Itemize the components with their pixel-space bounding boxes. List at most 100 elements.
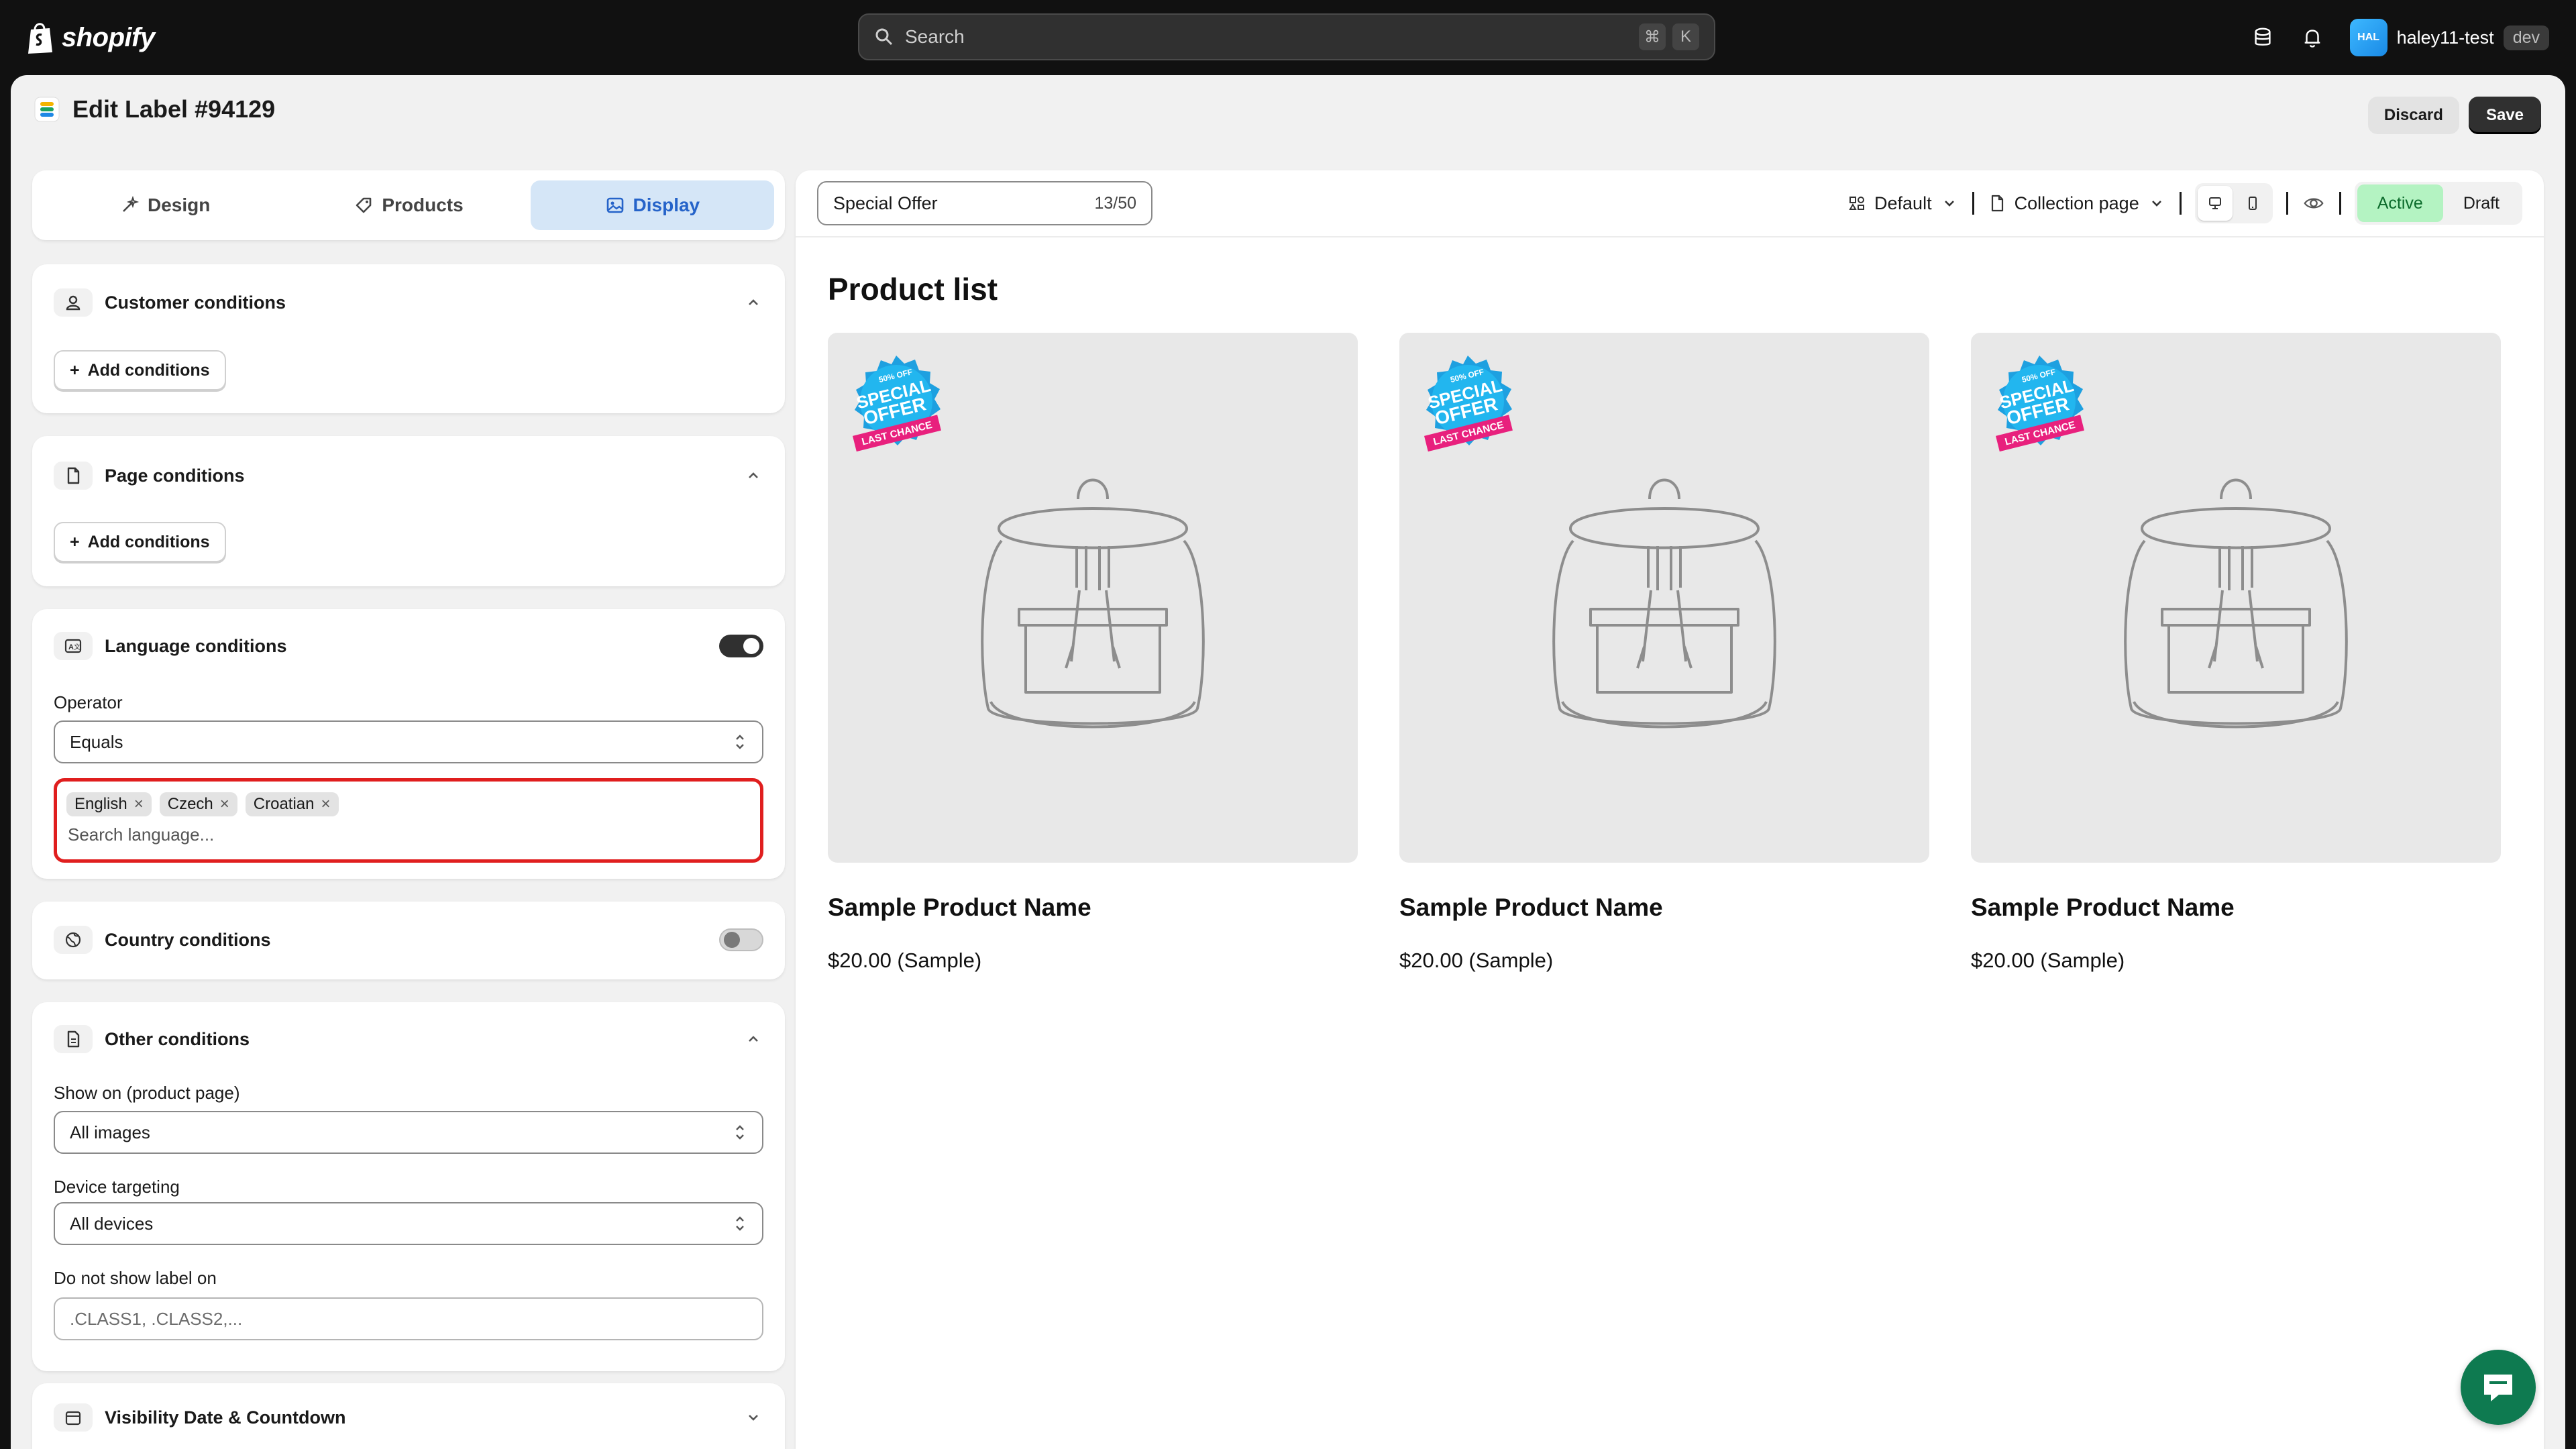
page-conditions-card: Page conditions + Add conditions	[32, 436, 785, 586]
preview-toolbar: Special Offer 13/50 Default Collection p…	[796, 170, 2544, 237]
desktop-icon	[2208, 197, 2221, 209]
globe-icon	[54, 926, 93, 954]
device-targeting-select[interactable]: All devices	[54, 1202, 763, 1245]
device-switcher	[2194, 183, 2273, 223]
add-customer-conditions-button[interactable]: + Add conditions	[54, 350, 226, 390]
product-name[interactable]: Sample Product Name	[1399, 894, 1929, 922]
shortcut-k: K	[1672, 23, 1699, 50]
product-price: $20.00 (Sample)	[1971, 949, 2125, 972]
language-tag-label: Czech	[167, 795, 213, 813]
page-type-dropdown[interactable]: Collection page	[1988, 193, 2166, 214]
desktop-view-button[interactable]	[2197, 186, 2233, 221]
chat-button[interactable]	[2461, 1350, 2536, 1425]
template-icon	[1849, 197, 1865, 210]
shopify-bag-icon	[28, 23, 52, 54]
operator-label: Operator	[54, 692, 123, 712]
country-conditions-card: Country conditions	[32, 902, 785, 979]
bell-icon[interactable]	[2300, 25, 2324, 50]
product-name[interactable]: Sample Product Name	[828, 894, 1358, 922]
add-conditions-label: Add conditions	[87, 532, 210, 551]
visibility-card: Visibility Date & Countdown	[32, 1383, 785, 1449]
language-selector[interactable]: English × Czech × Croatian × Search languag…	[54, 778, 763, 863]
status-switcher: Active Draft	[2354, 182, 2522, 225]
database-icon[interactable]	[2251, 25, 2275, 50]
search-placeholder: Search	[905, 26, 965, 47]
page-conditions-title: Page conditions	[105, 465, 245, 486]
shopify-logo[interactable]: shopify	[25, 19, 155, 56]
save-button[interactable]: Save	[2468, 97, 2541, 134]
user-menu[interactable]: HAL haley11-test dev	[2349, 19, 2549, 56]
app-icon	[34, 97, 60, 122]
operator-value: Equals	[70, 731, 123, 752]
global-search[interactable]: Search ⌘ K	[858, 13, 1715, 60]
visibility-title: Visibility Date & Countdown	[105, 1407, 346, 1428]
document-icon	[54, 1025, 93, 1053]
status-active-button[interactable]: Active	[2357, 184, 2443, 222]
brand-name: shopify	[62, 22, 155, 52]
add-page-conditions-button[interactable]: + Add conditions	[54, 522, 226, 562]
language-conditions-title: Language conditions	[105, 635, 287, 656]
discard-button[interactable]: Discard	[2367, 97, 2459, 134]
product-image: 50% OFF SPECIAL OFFER LAST CHANCE	[1971, 333, 2501, 863]
divider	[1972, 192, 1974, 215]
page-type-value: Collection page	[2014, 193, 2139, 213]
translate-icon: A文	[54, 632, 93, 660]
divider	[2286, 192, 2288, 215]
backpack-image	[1552, 478, 1776, 729]
remove-tag-icon[interactable]: ×	[134, 795, 144, 814]
person-icon	[54, 288, 93, 317]
other-conditions-title: Other conditions	[105, 1028, 250, 1049]
show-on-select[interactable]: All images	[54, 1111, 763, 1154]
chevron-down-icon	[1944, 201, 1954, 207]
language-tag: Croatian ×	[245, 792, 339, 816]
magic-wand-icon	[123, 195, 140, 212]
product-image: 50% OFF SPECIAL OFFER LAST CHANCE	[1399, 333, 1929, 863]
show-on-label: Show on (product page)	[54, 1083, 240, 1103]
store-badge: dev	[2503, 25, 2549, 50]
remove-tag-icon[interactable]: ×	[220, 795, 229, 814]
tab-design[interactable]: Design	[43, 180, 286, 230]
tab-products[interactable]: Products	[286, 180, 530, 230]
preview-eye-icon[interactable]	[2302, 191, 2326, 215]
status-draft-button[interactable]: Draft	[2443, 184, 2520, 222]
product-image: 50% OFF SPECIAL OFFER LAST CHANCE	[828, 333, 1358, 863]
device-targeting-label: Device targeting	[54, 1177, 180, 1197]
label-preview: Special Offer 13/50 Default Collection p…	[796, 170, 2544, 1449]
tab-display[interactable]: Display	[530, 180, 774, 230]
divider	[2339, 192, 2341, 215]
chevron-up-icon[interactable]	[743, 466, 763, 486]
country-conditions-title: Country conditions	[105, 929, 271, 950]
language-tag: Czech ×	[159, 792, 237, 816]
select-arrows-icon	[736, 1216, 744, 1231]
chat-icon	[2484, 1375, 2512, 1401]
select-arrows-icon	[736, 1125, 744, 1140]
product-list-title: Product list	[828, 272, 998, 307]
hide-on-input[interactable]: .CLASS1, .CLASS2,...	[54, 1297, 763, 1340]
template-dropdown[interactable]: Default	[1847, 193, 1959, 214]
chevron-up-icon[interactable]	[743, 292, 763, 313]
customer-conditions-card: Customer conditions + Add conditions	[32, 264, 785, 413]
country-conditions-toggle[interactable]	[719, 928, 763, 951]
tab-design-label: Design	[147, 195, 211, 215]
remove-tag-icon[interactable]: ×	[321, 795, 331, 814]
label-name-counter: 13/50	[1094, 193, 1136, 213]
product-price: $20.00 (Sample)	[828, 949, 982, 972]
operator-select[interactable]: Equals	[54, 720, 763, 763]
plus-icon: +	[70, 360, 80, 380]
divider	[2179, 192, 2182, 215]
user-name: haley11-test	[2396, 27, 2494, 48]
mobile-view-button[interactable]	[2235, 186, 2270, 221]
special-offer-badge: 50% OFF SPECIAL OFFER LAST CHANCE	[1995, 356, 2084, 452]
special-offer-badge: 50% OFF SPECIAL OFFER LAST CHANCE	[852, 356, 941, 452]
chevron-up-icon[interactable]	[743, 1029, 763, 1049]
label-name-input[interactable]: Special Offer 13/50	[817, 181, 1152, 225]
product-name[interactable]: Sample Product Name	[1971, 894, 2501, 922]
language-tag: English ×	[66, 792, 152, 816]
device-targeting-value: All devices	[70, 1213, 154, 1234]
page-icon	[54, 462, 93, 490]
language-conditions-toggle[interactable]	[719, 635, 763, 657]
language-tag-label: Croatian	[253, 795, 315, 813]
language-search-input[interactable]: Search language...	[68, 824, 751, 845]
top-bar: shopify Search ⌘ K HAL haley11-test dev	[0, 0, 2576, 75]
chevron-down-icon[interactable]	[743, 1407, 763, 1428]
